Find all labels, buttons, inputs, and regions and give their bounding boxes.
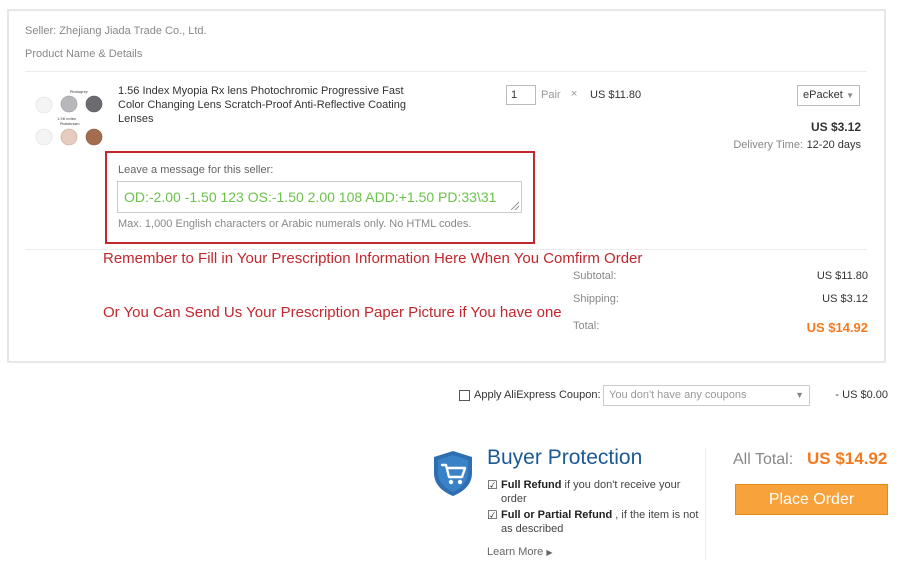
thumb-label-photobrown: Photobrown: [60, 122, 80, 126]
check-icon: ☑: [487, 508, 498, 522]
thumb-label-photogrey: Photogrey: [70, 90, 88, 94]
message-label: Leave a message for this seller:: [118, 164, 274, 176]
caret-right-icon: ▶: [546, 548, 553, 557]
unit-price: US $11.80: [590, 89, 642, 101]
shipping-cost: US $3.12: [810, 120, 861, 134]
total-value: US $14.92: [806, 320, 868, 335]
shipping-method-value: ePacket: [803, 89, 843, 101]
product-title[interactable]: 1.56 Index Myopia Rx lens Photochromic P…: [118, 84, 408, 126]
full-refund-text: Full Refund if you don't receive your or…: [501, 478, 701, 506]
delivery-time-label: Delivery Time:: [733, 139, 803, 151]
shipping-method-select[interactable]: ePacket ▼: [797, 85, 860, 106]
message-textarea[interactable]: OD:-2.00 -1.50 123 OS:-1.50 2.00 108 ADD…: [117, 181, 522, 213]
place-order-button[interactable]: Place Order: [735, 484, 888, 515]
buyer-protection-title: Buyer Protection: [487, 446, 643, 469]
lens-brown-dark: [85, 128, 103, 146]
vertical-divider: [705, 448, 706, 560]
partial-refund-text: Full or Partial Refund , if the item is …: [501, 508, 701, 536]
coupon-checkbox[interactable]: [459, 390, 470, 401]
annotation-send-picture: Or You Can Send Us Your Prescription Pap…: [103, 304, 562, 321]
full-refund-bold: Full Refund: [501, 479, 562, 491]
seller-name: Seller: Zhejiang Jiada Trade Co., Ltd.: [25, 25, 207, 37]
coupon-select[interactable]: You don't have any coupons ▼: [603, 385, 810, 406]
coupon-select-value: You don't have any coupons: [609, 389, 747, 401]
coupon-discount: - US $0.00: [835, 389, 888, 401]
resize-handle-icon[interactable]: [511, 202, 519, 210]
all-total-label: All Total:: [733, 451, 794, 468]
annotation-fill-prescription: Remember to Fill in Your Prescription In…: [103, 250, 643, 267]
subtotal-value: US $11.80: [816, 270, 868, 282]
learn-more-label: Learn More: [487, 546, 544, 558]
lens-grey-dark: [85, 95, 103, 113]
all-total-value: US $14.92: [807, 449, 888, 468]
delivery-time-value: 12-20 days: [806, 139, 861, 151]
lens-brown-light: [60, 128, 78, 146]
shipping-label: Shipping:: [573, 293, 619, 305]
lens-clear-2: [35, 128, 53, 146]
chevron-down-icon: ▼: [846, 91, 854, 100]
subtotal-label: Subtotal:: [573, 270, 617, 282]
coupon-label[interactable]: Apply AliExpress Coupon:: [474, 389, 601, 401]
product-section-label: Product Name & Details: [25, 48, 143, 60]
learn-more-link[interactable]: Learn More ▶: [487, 546, 552, 558]
partial-refund-bold: Full or Partial Refund: [501, 509, 613, 521]
times-symbol: ×: [571, 88, 578, 100]
shield-cart-icon: [434, 451, 472, 496]
product-thumbnail[interactable]: Photogrey 1.56 index Photobrown: [33, 85, 105, 151]
shipping-value: US $3.12: [822, 293, 868, 305]
total-label: Total:: [573, 320, 600, 332]
message-text: OD:-2.00 -1.50 123 OS:-1.50 2.00 108 ADD…: [124, 189, 497, 205]
quantity-unit: Pair: [541, 89, 561, 101]
message-hint: Max. 1,000 English characters or Arabic …: [118, 218, 472, 230]
chevron-down-icon: ▼: [795, 390, 804, 400]
header-divider: [25, 71, 867, 72]
check-icon: ☑: [487, 478, 498, 492]
quantity-input[interactable]: 1: [506, 85, 536, 105]
thumb-label-index: 1.56 index: [57, 117, 77, 121]
lens-clear-1: [35, 96, 53, 114]
lens-grey-light: [60, 95, 78, 113]
